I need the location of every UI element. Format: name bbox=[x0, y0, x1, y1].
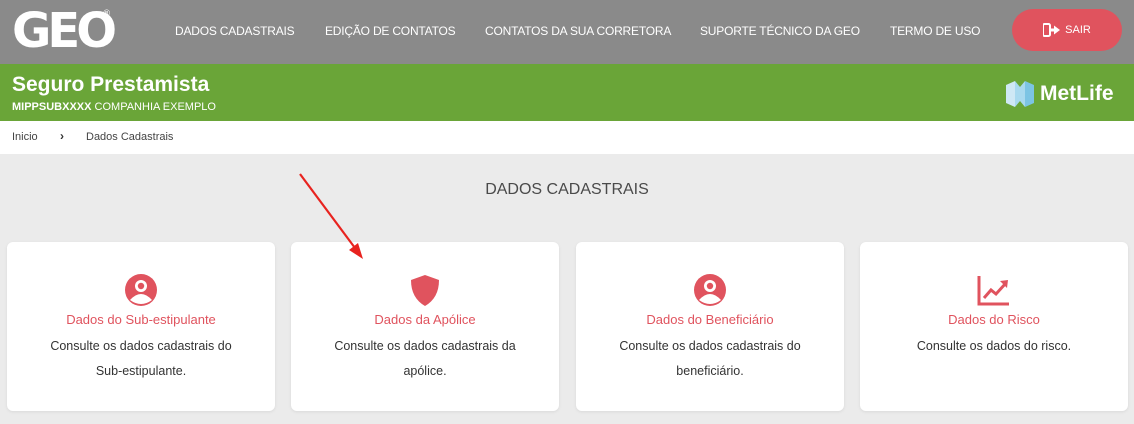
card-risco[interactable]: Dados do Risco Consulte os dados do risc… bbox=[860, 242, 1128, 411]
logo-registered-mark: ® bbox=[103, 8, 110, 18]
company-line: MIPPSUBXXXX COMPANHIA EXEMPLO bbox=[12, 101, 216, 113]
brand-name: MetLife bbox=[1040, 82, 1114, 105]
trend-chart-icon bbox=[977, 276, 1009, 306]
exit-button[interactable]: SAIR bbox=[1012, 9, 1122, 51]
breadcrumb-separator: › bbox=[60, 129, 64, 143]
nav-dados-cadastrais[interactable]: DADOS CADASTRAIS bbox=[175, 24, 295, 38]
company-name: COMPANHIA EXEMPLO bbox=[94, 101, 216, 113]
card-sub-estipulante[interactable]: Dados do Sub-estipulante Consulte os dad… bbox=[7, 242, 275, 411]
user-circle-icon bbox=[694, 274, 726, 306]
page-title: DADOS CADASTRAIS bbox=[485, 181, 649, 198]
shield-icon bbox=[411, 275, 439, 306]
geo-logo[interactable]: GEO ® bbox=[12, 3, 117, 59]
policy-code: MIPPSUBXXXX bbox=[12, 101, 92, 113]
sign-out-icon bbox=[1043, 23, 1061, 37]
nav-contatos-corretora[interactable]: CONTATOS DA SUA CORRETORA bbox=[485, 24, 671, 38]
user-circle-icon bbox=[125, 274, 157, 306]
exit-label: SAIR bbox=[1065, 24, 1091, 36]
breadcrumb-home[interactable]: Inicio bbox=[12, 131, 38, 143]
logo-text: GEO bbox=[12, 3, 117, 59]
nav-termo-de-uso[interactable]: TERMO DE USO bbox=[890, 24, 980, 38]
card-title: Dados do Sub-estipulante bbox=[66, 312, 216, 327]
card-title: Dados do Risco bbox=[948, 312, 1040, 327]
card-apolice[interactable]: Dados da Apólice Consulte os dados cadas… bbox=[291, 242, 559, 411]
card-beneficiario[interactable]: Dados do Beneficiário Consulte os dados … bbox=[576, 242, 844, 411]
nav-suporte-tecnico[interactable]: SUPORTE TÉCNICO DA GEO bbox=[700, 24, 860, 38]
card-description: Consulte os dados cadastrais do Sub-esti… bbox=[50, 339, 232, 378]
metlife-logo-icon bbox=[1006, 81, 1034, 107]
card-description: Consulte os dados cadastrais do benefici… bbox=[619, 339, 801, 378]
card-description: Consulte os dados do risco. bbox=[916, 339, 1072, 353]
breadcrumb-current: Dados Cadastrais bbox=[86, 131, 174, 143]
nav-edicao-de-contatos[interactable]: EDIÇÃO DE CONTATOS bbox=[325, 24, 456, 38]
card-description: Consulte os dados cadastrais da apólice. bbox=[334, 339, 516, 378]
product-title: Seguro Prestamista bbox=[12, 73, 210, 96]
metlife-brand: MetLife bbox=[1006, 80, 1114, 108]
card-title: Dados da Apólice bbox=[374, 312, 476, 327]
card-title: Dados do Beneficiário bbox=[646, 312, 774, 327]
